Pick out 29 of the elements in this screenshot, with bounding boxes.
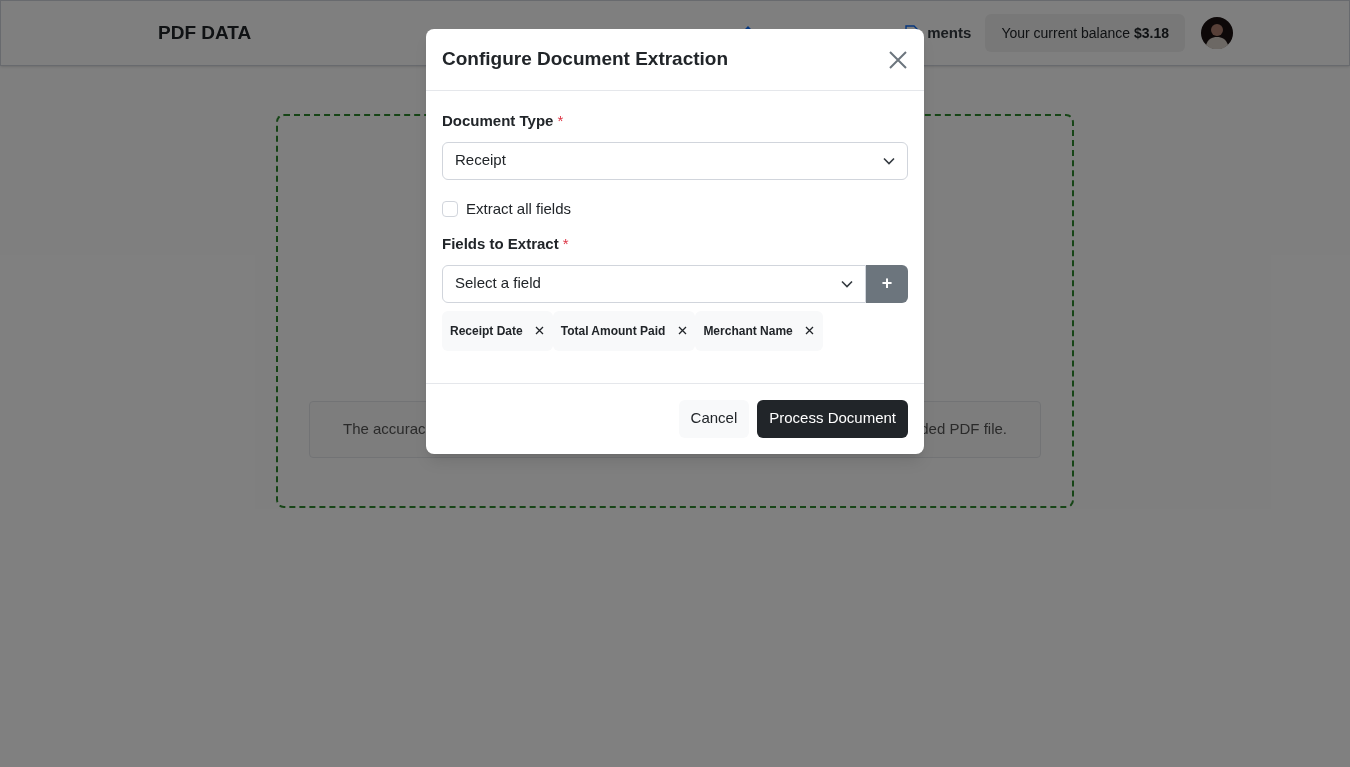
close-icon [889,50,907,69]
remove-chip-button[interactable] [677,325,688,336]
extract-all-checkbox-row[interactable]: Extract all fields [442,197,908,220]
balance-text: Your current balance $3.18 [1001,23,1169,43]
close-icon [677,326,687,335]
close-icon [535,326,545,335]
checkbox[interactable] [442,200,458,217]
field-label: Document Type [442,111,554,131]
cancel-button[interactable]: Cancel [678,399,750,438]
logo: PDF DATA [158,20,252,45]
close-button[interactable] [888,49,908,70]
required-mark: * [562,234,569,254]
dialog-title: Configure Document Extraction [442,47,729,72]
add-button[interactable]: + [866,264,908,303]
process-button[interactable]: Process Document [757,399,908,438]
notice-text: The accurac [343,419,426,440]
field-select[interactable]: Select a field [442,264,866,303]
field-chip: Merchant Name [695,310,823,351]
field-chip: Total Amount Paid [552,310,696,351]
close-icon [805,326,815,335]
remove-chip-button[interactable] [534,325,545,336]
chevron-down-icon [841,279,853,288]
field-chip: Receipt Date [442,310,553,351]
avatar[interactable] [1201,17,1233,49]
document-type-select[interactable]: Receipt [442,141,908,180]
required-mark: * [557,111,564,131]
chevron-down-icon [883,156,895,165]
field-label: Fields to Extract [442,234,559,254]
remove-chip-button[interactable] [804,325,815,336]
